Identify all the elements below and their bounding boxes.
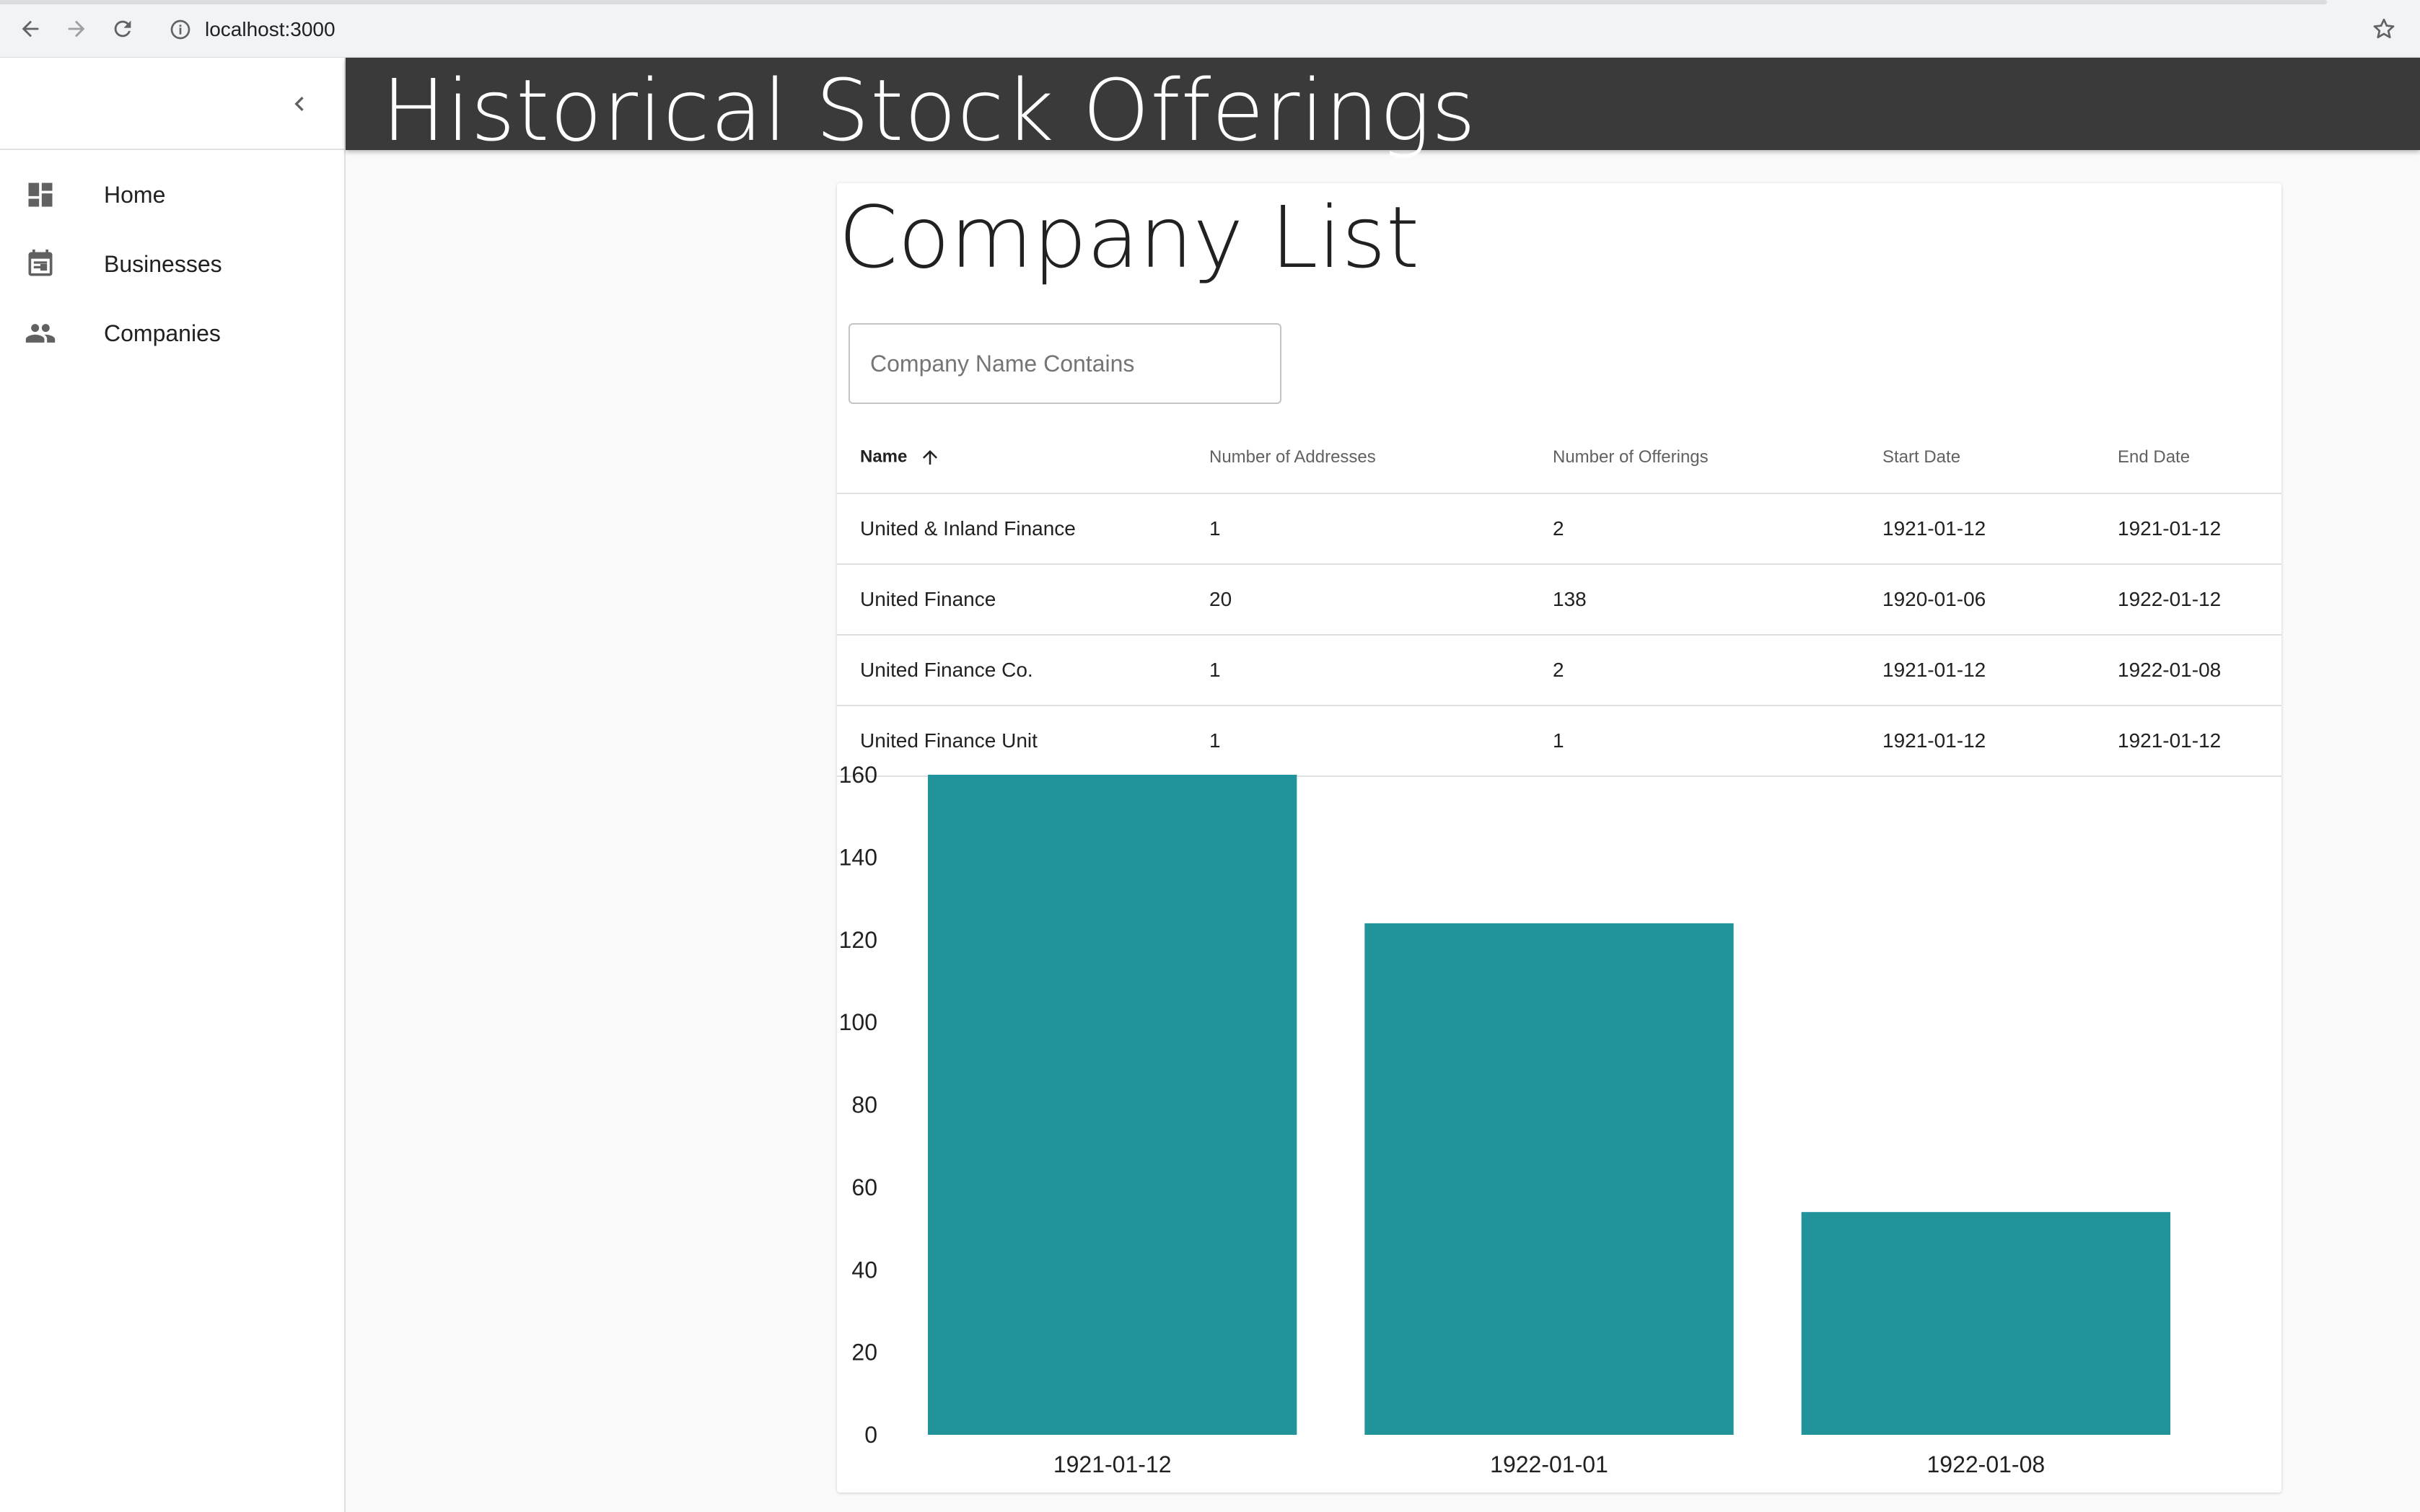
column-header-start-date[interactable]: Start Date [1859,421,2095,494]
address-bar[interactable]: localhost:3000 [156,10,2371,49]
people-icon [25,324,56,343]
column-header-name[interactable]: Name [837,421,1186,494]
company-table: Name Number of Addresses Number of Offer… [837,421,2281,777]
cell-offerings: 2 [1530,493,1859,565]
sidebar-nav: Home Businesses Companies [0,150,344,368]
cell-start-date: 1921-01-12 [1859,635,2095,706]
cell-addresses: 20 [1186,564,1530,636]
sidebar-header [0,58,344,150]
calendar-icon [28,249,53,276]
column-header-addresses[interactable]: Number of Addresses [1186,421,1530,494]
y-tick-label: 20 [851,1340,877,1366]
app-title: Historical Stock Offerings [382,61,1477,160]
column-header-end-date[interactable]: End Date [2095,421,2281,494]
cell-addresses: 1 [1186,493,1530,565]
y-tick-label: 120 [839,927,877,953]
cell-start-date: 1920-01-06 [1859,564,2095,636]
sidebar-item-label: Companies [104,320,221,346]
column-header-offerings[interactable]: Number of Offerings [1530,421,1859,494]
sidebar-item-businesses[interactable]: Businesses [0,229,344,299]
sidebar-item-label: Home [104,181,166,208]
cell-offerings: 2 [1530,635,1859,706]
sidebar-item-companies[interactable]: Companies [0,299,344,368]
table-row[interactable]: United & Inland Finance 1 2 1921-01-12 1… [837,493,2281,565]
back-icon [22,20,39,38]
cell-offerings: 138 [1530,564,1859,636]
app-header: Historical Stock Offerings [346,58,2420,160]
x-tick-label: 1922-01-08 [1926,1451,2045,1477]
reload-icon [114,20,131,38]
sidebar: Home Businesses Companies [0,58,346,1512]
cell-addresses: 1 [1186,635,1530,706]
cell-end-date: 1922-01-08 [2095,635,2281,706]
y-tick-label: 0 [864,1422,877,1448]
star-icon[interactable] [2371,16,2397,42]
y-tick-label: 160 [839,762,877,788]
y-tick-label: 60 [851,1174,877,1200]
bar-1922-01-01[interactable] [1364,923,1734,1435]
browser-toolbar: localhost:3000 [0,0,2420,58]
company-list-card: Company List Name Number of Addresses Nu… [837,183,2281,1493]
x-tick-label: 1922-01-01 [1490,1451,1608,1477]
bar-1921-01-12[interactable] [928,775,1297,1435]
cell-name: United Finance Co. [837,635,1186,706]
y-tick-label: 40 [851,1257,877,1283]
table-row[interactable]: United Finance 20 138 1920-01-06 1922-01… [837,564,2281,636]
y-tick-label: 140 [839,844,877,870]
table-header-row: Name Number of Addresses Number of Offer… [837,421,2281,494]
chart-canvas: 0 20 40 60 80 100 120 140 160 1921-01-12 1922-01-0… [839,762,2170,1477]
y-tick-label: 100 [839,1009,877,1035]
company-name-search-input[interactable] [849,323,1281,404]
forward-button[interactable] [63,16,89,42]
cell-end-date: 1921-01-12 [2095,493,2281,565]
bar-1922-01-08[interactable] [1801,1212,2170,1435]
offerings-bar-chart: 0 20 40 60 80 100 120 140 160 1921-01-12 1922-01-0… [837,760,2281,1493]
y-tick-label: 80 [851,1092,877,1118]
x-tick-label: 1921-01-12 [1053,1451,1172,1477]
dashboard-icon [28,183,53,207]
chevron-left-icon[interactable] [285,89,314,118]
forward-icon [68,20,85,38]
table-row[interactable]: United Finance Co. 1 2 1921-01-12 1922-0… [837,635,2281,706]
sidebar-item-label: Businesses [104,250,222,277]
sidebar-item-home[interactable]: Home [0,160,344,229]
cell-end-date: 1922-01-12 [2095,564,2281,636]
cell-name: United Finance [837,564,1186,636]
page-load-bar [0,0,2327,4]
page-title: Company List [838,188,1420,287]
info-icon[interactable] [169,18,192,41]
url-text: localhost:3000 [205,18,336,40]
sort-arrow-up-icon[interactable] [919,447,941,468]
cell-name: United & Inland Finance [837,493,1186,565]
cell-start-date: 1921-01-12 [1859,493,2095,565]
back-button[interactable] [17,16,43,42]
reload-button[interactable] [110,16,136,42]
